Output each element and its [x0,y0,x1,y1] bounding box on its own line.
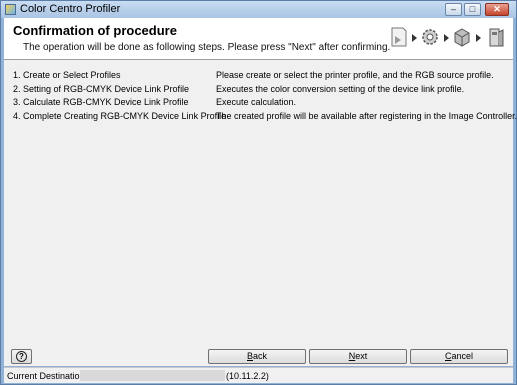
maximize-icon: □ [469,4,476,14]
step-arrow-icon [444,34,449,42]
list-item: 4. Complete Creating RGB-CMYK Device Lin… [4,110,517,125]
wizard-step-icons [387,22,511,52]
step-name: 3. Calculate RGB-CMYK Device Link Profil… [13,97,189,107]
close-icon: ✕ [493,4,501,14]
help-button[interactable]: ? [11,349,32,364]
controller-icon [489,28,504,47]
printer-profile-icon [391,27,407,47]
destination-address: (10.11.2.2) [226,371,269,381]
next-label: ext [355,351,368,361]
step-name: 1. Create or Select Profiles [13,70,121,80]
page-title: Confirmation of procedure [13,23,177,38]
back-button[interactable]: Back [208,349,306,364]
gear-icon [422,29,438,45]
step-description: Executes the color conversion setting of… [216,83,465,94]
help-icon: ? [16,351,27,362]
list-item: 1. Create or Select Profiles Please crea… [4,70,513,84]
app-icon [5,4,16,15]
page-subtitle: The operation will be done as following … [23,42,391,53]
close-button[interactable]: ✕ [485,3,509,16]
step-description: Please create or select the printer prof… [216,70,494,80]
destination-name-field [80,370,225,381]
back-label: ack [253,351,268,361]
list-item: 3. Calculate RGB-CMYK Device Link Profil… [4,97,513,111]
wizard-header: Confirmation of procedure The operation … [4,18,513,60]
step-arrow-icon [412,34,417,42]
current-destination-label: Current Destination [7,371,85,381]
step-arrow-icon [476,34,481,42]
minimize-icon: ‒ [450,4,456,14]
maximize-button[interactable]: □ [464,3,481,16]
step-description: The created profile will be available af… [216,110,517,121]
title-bar[interactable]: Color Centro Profiler ‒ □ ✕ [1,1,516,18]
app-window: Color Centro Profiler ‒ □ ✕ Confirmation… [0,0,517,385]
step-name: 4. Complete Creating RGB-CMYK Device Lin… [13,110,227,121]
list-item: 2. Setting of RGB-CMYK Device Link Profi… [4,84,513,98]
procedure-list: 1. Create or Select Profiles Please crea… [4,70,517,125]
cancel-button[interactable]: Cancel [410,349,508,364]
next-button[interactable]: Next [309,349,407,364]
client-area: Confirmation of procedure The operation … [4,18,517,366]
cube-icon [454,28,470,47]
cancel-label: ancel [451,351,473,361]
step-name: 2. Setting of RGB-CMYK Device Link Profi… [13,83,190,94]
step-description: Execute calculation. [216,97,297,107]
status-bar: Current Destination (10.11.2.2) [4,367,513,383]
window-title: Color Centro Profiler [20,3,121,15]
minimize-button[interactable]: ‒ [445,3,462,16]
